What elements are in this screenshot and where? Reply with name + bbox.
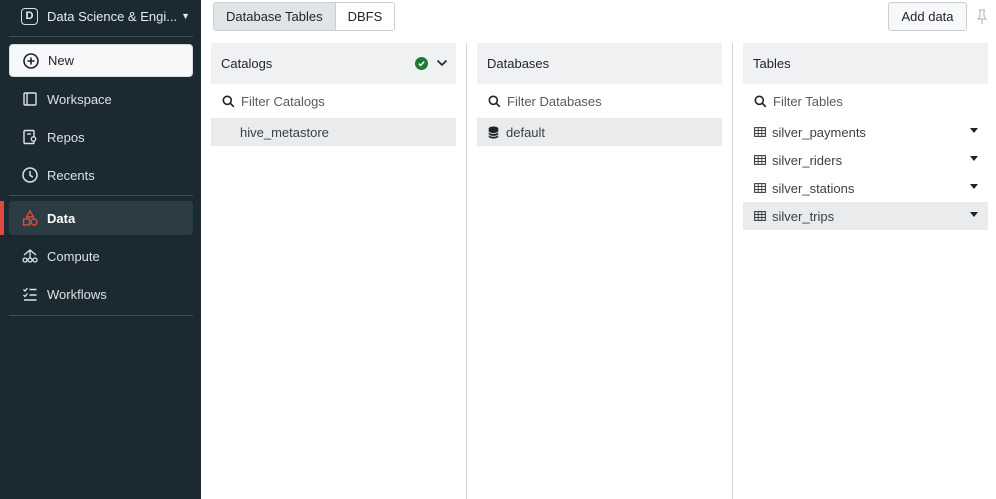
tables-header: Tables [743,43,988,84]
databases-filter-placeholder: Filter Databases [507,93,602,109]
new-button[interactable]: New [9,44,193,77]
clock-icon [21,166,39,184]
sidebar-divider [9,315,193,316]
catalogs-header: Catalogs [211,43,456,84]
main-content: Database Tables DBFS Add data Catalogs F… [201,0,996,499]
catalog-name: hive_metastore [240,124,329,140]
table-name: silver_stations [772,180,855,196]
sidebar-item-compute[interactable]: Compute [9,239,193,273]
caret-down-icon: ▼ [181,11,190,21]
caret-down-icon[interactable] [970,212,978,217]
check-circle-icon [415,57,428,70]
table-row[interactable]: silver_payments [743,118,988,146]
compute-icon [21,247,39,265]
table-icon [754,210,767,222]
data-icon [21,209,39,227]
sidebar-item-recents[interactable]: Recents [9,158,193,192]
search-icon [488,95,501,107]
workspace-icon [21,90,39,108]
app-window: D Data Science & Engi... ▼ New Workspace… [0,0,996,499]
catalogs-title: Catalogs [221,56,273,71]
database-icon [488,126,501,138]
caret-down-icon[interactable] [970,128,978,133]
sidebar-item-label: Workspace [47,91,112,107]
search-icon [222,95,235,107]
sidebar-divider [9,36,193,37]
sidebar-item-repos[interactable]: Repos [9,120,193,154]
sidebar-item-label: Workflows [47,286,107,302]
tables-filter-placeholder: Filter Tables [773,93,843,109]
plus-circle-icon [22,52,40,70]
tables-filter-input[interactable]: Filter Tables [743,90,988,112]
repos-icon [21,128,39,146]
sidebar-item-label: Recents [47,167,95,183]
tables-title: Tables [753,56,791,71]
sidebar-item-data[interactable]: Data [9,201,193,235]
databases-filter-input[interactable]: Filter Databases [477,90,722,112]
databases-header: Databases [477,43,722,84]
sidebar-item-label: Repos [47,129,85,145]
table-name: silver_trips [772,208,835,224]
workspace-switcher[interactable]: D Data Science & Engi... ▼ [0,0,201,32]
workflows-icon [21,285,39,303]
caret-down-icon[interactable] [970,156,978,161]
table-row[interactable]: silver_riders [743,146,988,174]
table-icon [754,182,767,194]
database-name: default [506,124,546,140]
add-data-button[interactable]: Add data [888,2,967,31]
sidebar-item-workflows[interactable]: Workflows [9,277,193,311]
workspace-name: Data Science & Engi... [47,8,178,24]
list-item[interactable]: hive_metastore [211,118,456,146]
sidebar-item-label: Compute [47,248,100,264]
sidebar-item-label: Data [47,210,76,226]
table-row[interactable]: silver_trips [743,202,988,230]
tables-panel: Tables Filter Tables silver_payments sil… [743,43,988,499]
table-icon [754,126,767,138]
catalogs-filter-input[interactable]: Filter Catalogs [211,90,456,112]
view-tabs: Database Tables DBFS [213,2,396,31]
caret-down-icon[interactable] [970,184,978,189]
new-button-label: New [48,53,75,68]
sidebar-item-workspace[interactable]: Workspace [9,82,193,116]
search-icon [754,95,767,107]
tab-dbfs[interactable]: DBFS [335,3,395,30]
table-name: silver_riders [772,152,843,168]
databases-panel: Databases Filter Databases default [477,43,722,499]
catalogs-panel: Catalogs Filter Catalogs hive_metastore [211,43,456,499]
pin-icon[interactable] [975,9,989,25]
column-divider[interactable] [466,43,467,499]
catalogs-filter-placeholder: Filter Catalogs [241,93,325,109]
workspace-logo: D [21,7,38,25]
databases-title: Databases [487,56,550,71]
table-name: silver_payments [772,124,866,140]
sidebar: D Data Science & Engi... ▼ New Workspace… [0,0,201,499]
list-item[interactable]: default [477,118,722,146]
sidebar-divider [9,195,193,196]
column-divider[interactable] [732,43,733,499]
table-icon [754,154,767,166]
tab-database-tables[interactable]: Database Tables [214,3,336,30]
table-row[interactable]: silver_stations [743,174,988,202]
active-indicator [0,201,4,235]
chevron-down-icon[interactable] [436,58,448,68]
